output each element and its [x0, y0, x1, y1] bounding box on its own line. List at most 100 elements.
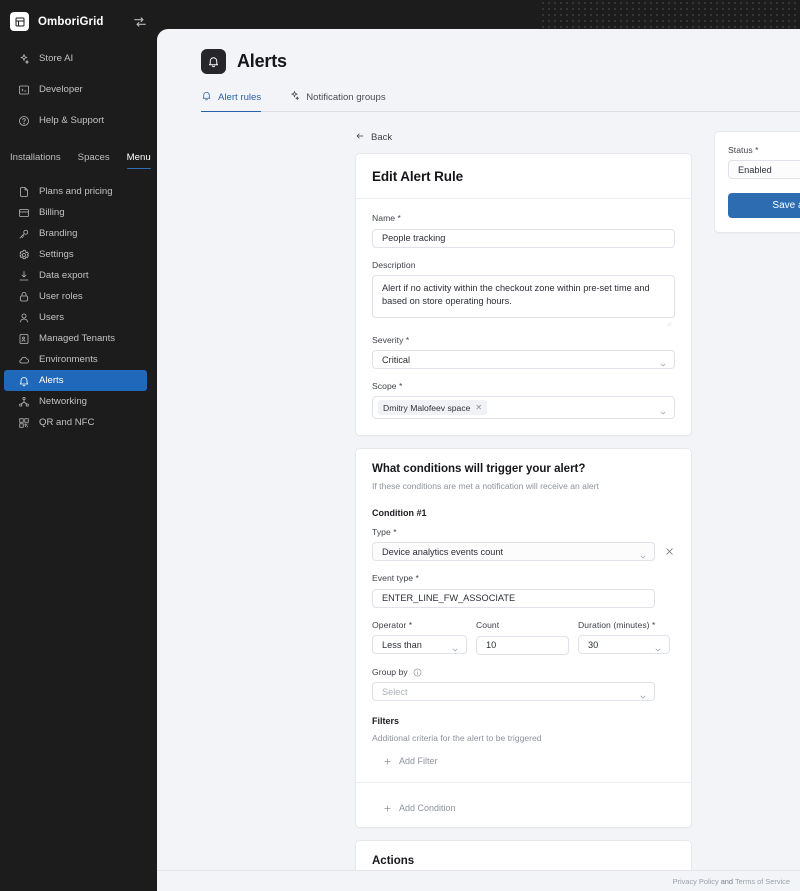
sidebar-item-data-export[interactable]: Data export — [0, 265, 157, 286]
scope-field-group: Scope * Dmitry Malofeev space ✕ — [372, 381, 675, 419]
info-circle-icon[interactable] — [413, 668, 422, 677]
sidebar-item-users[interactable]: Users — [0, 307, 157, 328]
tenants-icon — [18, 333, 30, 345]
sidebar-item-label: Branding — [39, 228, 77, 239]
description-textarea[interactable]: Alert if no activity within the checkout… — [372, 275, 675, 318]
arrow-left-icon — [355, 131, 365, 144]
sidebar-item-label: Environments — [39, 354, 98, 365]
decorative-dot-pattern — [540, 0, 800, 30]
operator-select[interactable]: Less than — [372, 635, 467, 654]
bell-icon — [201, 90, 212, 104]
sidebar-item-help-support[interactable]: Help & Support — [0, 110, 157, 131]
status-select[interactable]: Enabled — [728, 160, 800, 179]
remove-condition-button[interactable] — [664, 546, 675, 557]
key-icon — [18, 228, 30, 240]
event-type-input[interactable] — [372, 589, 655, 608]
group-by-select[interactable]: Select — [372, 682, 655, 701]
operator-field-group: Operator * Less than — [372, 620, 467, 655]
question-circle-icon — [18, 115, 30, 127]
main-panel: Alerts Alert rules Notification groups — [157, 29, 800, 891]
sidebar-tab-menu[interactable]: Menu — [127, 152, 160, 169]
sidebar-item-qr-and-nfc[interactable]: QR and NFC — [0, 412, 157, 433]
tab-notification-groups[interactable]: Notification groups — [289, 90, 385, 112]
grid-logo-icon — [10, 12, 29, 31]
event-type-label: Event type * — [372, 573, 655, 583]
type-field-group: Type * Device analytics events count — [372, 527, 675, 561]
group-by-label-row: Group by — [372, 667, 655, 677]
count-input[interactable] — [476, 636, 569, 655]
terms-of-service-link[interactable]: Terms of Service — [735, 877, 790, 886]
credit-card-icon — [18, 207, 30, 219]
sidebar-tab-label: Menu — [127, 152, 151, 163]
severity-select[interactable]: Critical — [372, 350, 675, 369]
name-field-group: Name * — [372, 213, 675, 248]
tab-alert-rules[interactable]: Alert rules — [201, 90, 261, 112]
duration-field-group: Duration (minutes) * 30 — [578, 620, 670, 655]
operator-label: Operator * — [372, 620, 467, 630]
group-by-label: Group by — [372, 667, 408, 677]
page-title: Alerts — [237, 51, 287, 72]
sidebar-item-label: Users — [39, 312, 64, 323]
sidebar-item-label: Alerts — [39, 375, 64, 386]
sparkle-icon — [289, 90, 300, 104]
sidebar-tab-spaces[interactable]: Spaces — [78, 152, 119, 169]
edit-alert-rule-card: Edit Alert Rule Name * Description Alert… — [355, 153, 692, 436]
sidebar-item-label: Billing — [39, 207, 65, 218]
sidebar-item-branding[interactable]: Branding — [0, 223, 157, 244]
edit-card-title: Edit Alert Rule — [372, 169, 675, 184]
add-condition-label: Add Condition — [399, 803, 456, 813]
conditions-subtitle: If these conditions are met a notificati… — [372, 481, 675, 491]
type-select[interactable]: Device analytics events count — [372, 542, 655, 561]
sidebar-brand[interactable]: OmboriGrid — [0, 0, 157, 34]
add-condition-button[interactable]: Add Condition — [372, 803, 675, 813]
add-filter-button[interactable]: Add Filter — [372, 756, 675, 766]
name-input[interactable] — [372, 229, 675, 248]
sidebar-item-label: Data export — [39, 270, 89, 281]
footer: Privacy Policy and Terms of Service — [157, 870, 800, 891]
sidebar-item-plans-and-pricing[interactable]: Plans and pricing — [0, 181, 157, 202]
sidebar-item-managed-tenants[interactable]: Managed Tenants — [0, 328, 157, 349]
sidebar-item-label: Networking — [39, 396, 87, 407]
footer-conjunction: and — [719, 877, 735, 886]
resize-grip-icon[interactable] — [665, 314, 672, 321]
sidebar-item-billing[interactable]: Billing — [0, 202, 157, 223]
privacy-policy-link[interactable]: Privacy Policy — [673, 877, 719, 886]
add-condition-wrap: Add Condition — [356, 787, 691, 827]
sidebar-menu-list: Plans and pricing Billing Branding Setti… — [0, 181, 157, 433]
scope-label: Scope * — [372, 381, 675, 391]
collapse-sidebar-icon[interactable] — [133, 15, 147, 29]
scope-chip[interactable]: Dmitry Malofeev space ✕ — [378, 400, 487, 415]
sidebar-tab-installations[interactable]: Installations — [10, 152, 70, 169]
sidebar-item-label: Managed Tenants — [39, 333, 115, 344]
type-label: Type * — [372, 527, 675, 537]
sidebar-item-label: QR and NFC — [39, 417, 94, 428]
sidebar-item-developer[interactable]: Developer — [0, 79, 157, 100]
scope-multiselect[interactable]: Dmitry Malofeev space ✕ — [372, 396, 675, 419]
sparkle-icon — [18, 53, 30, 65]
qr-code-icon — [18, 417, 30, 429]
sidebar-item-alerts[interactable]: Alerts — [4, 370, 147, 391]
close-icon[interactable]: ✕ — [475, 404, 482, 412]
bell-icon — [18, 375, 30, 387]
sidebar-item-label: Help & Support — [39, 115, 104, 126]
cloud-icon — [18, 354, 30, 366]
severity-label: Severity * — [372, 335, 675, 345]
sidebar-tabs: Installations Spaces Menu — [0, 141, 157, 169]
sidebar-top-list: Store AI Developer Help & Support — [0, 48, 157, 131]
sidebar-item-user-roles[interactable]: User roles — [0, 286, 157, 307]
bell-icon — [201, 49, 226, 74]
sidebar-item-environments[interactable]: Environments — [0, 349, 157, 370]
footer-legal-text: Privacy Policy and Terms of Service — [673, 877, 790, 886]
sidebar-item-label: Developer — [39, 84, 83, 95]
filters-subtitle: Additional criteria for the alert to be … — [372, 733, 675, 743]
back-button[interactable]: Back — [355, 131, 692, 144]
sidebar-item-settings[interactable]: Settings — [0, 244, 157, 265]
condition-number-label: Condition #1 — [372, 508, 675, 518]
sidebar-item-networking[interactable]: Networking — [0, 391, 157, 412]
save-all-changes-button[interactable]: Save all changes — [728, 193, 800, 218]
duration-select[interactable]: 30 — [578, 635, 670, 654]
sidebar-item-store-ai[interactable]: Store AI — [0, 48, 157, 69]
sidebar-item-label: User roles — [39, 291, 83, 302]
document-icon — [18, 186, 30, 198]
description-field-group: Description Alert if no activity within … — [372, 260, 675, 323]
